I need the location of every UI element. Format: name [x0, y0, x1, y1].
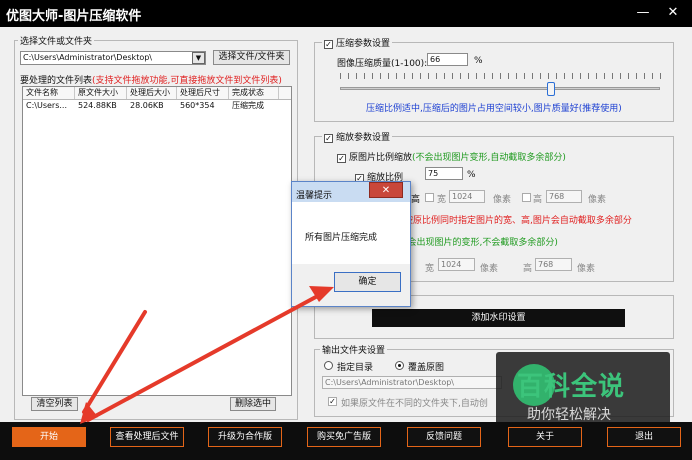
app-window: 优图大师-图片压缩软件 — ✕ 选择文件或文件夹 C:\Users\Admini… [0, 0, 692, 460]
annotation-arrow-line-main [86, 290, 327, 422]
annotation-arrows [80, 286, 334, 424]
annotation-arrow-line-secondary [82, 310, 147, 414]
